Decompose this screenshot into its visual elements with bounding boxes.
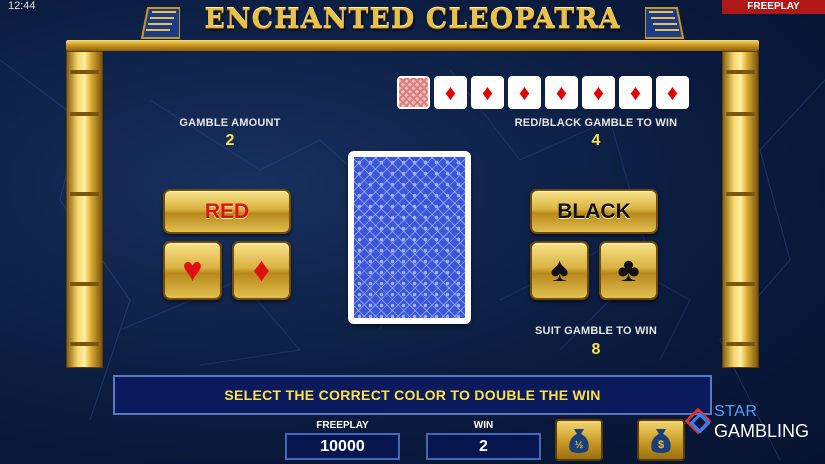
history-card: ♦	[619, 76, 652, 109]
red-black-win-label: RED/BLACK GAMBLE TO WIN	[514, 117, 678, 129]
gamble-amount-value: 2	[225, 132, 235, 149]
suit-win-value: 8	[591, 341, 601, 358]
money-bag-half-icon: ½	[569, 429, 589, 453]
clock: 12:44	[8, 0, 36, 12]
gamble-amount-label: GAMBLE AMOUNT	[179, 117, 281, 129]
golden-pillar-right	[722, 51, 759, 368]
watermark: STAR GAMBLING	[684, 401, 824, 445]
watermark-line2: GAMBLING	[714, 421, 810, 441]
club-button[interactable]: ♣	[599, 241, 658, 300]
frame-top-border	[66, 40, 759, 51]
money-bag-dollar-icon: $	[651, 429, 671, 453]
winged-ornament-left-icon	[140, 7, 180, 39]
star-gambling-logo-icon	[684, 407, 712, 435]
freeplay-balance: 10000	[285, 433, 400, 460]
heart-button[interactable]: ♥	[163, 241, 222, 300]
collect-button[interactable]: $	[637, 419, 685, 461]
suit-win-label: SUIT GAMBLE TO WIN	[535, 325, 657, 337]
spade-button[interactable]: ♠	[530, 241, 589, 300]
message-bar: SELECT THE CORRECT COLOR TO DOUBLE THE W…	[113, 375, 712, 415]
history-card: ♦	[508, 76, 541, 109]
svg-text:$: $	[658, 439, 664, 451]
red-black-win-value: 4	[591, 132, 601, 149]
freeplay-label: FREEPLAY	[316, 420, 369, 431]
win-amount: 2	[426, 433, 541, 460]
golden-pillar-left	[66, 51, 103, 368]
red-button[interactable]: RED	[163, 189, 291, 234]
game-title: ENCHANTED CLEOPATRA	[204, 4, 621, 35]
win-label: WIN	[473, 420, 494, 431]
svg-text:½: ½	[575, 440, 583, 451]
card-history: ♦ ♦ ♦ ♦ ♦ ♦ ♦	[397, 76, 689, 109]
diamond-button[interactable]: ♦	[232, 241, 291, 300]
instruction-text: SELECT THE CORRECT COLOR TO DOUBLE THE W…	[224, 387, 601, 403]
history-card: ♦	[656, 76, 689, 109]
face-down-card	[348, 151, 471, 324]
history-card: ♦	[471, 76, 504, 109]
freeplay-badge: FREEPLAY	[722, 0, 825, 14]
card-back-pattern	[354, 157, 465, 318]
history-card: ♦	[434, 76, 467, 109]
watermark-line1: STAR	[714, 403, 758, 420]
title-banner: ENCHANTED CLEOPATRA	[140, 0, 685, 40]
black-button[interactable]: BLACK	[530, 189, 658, 234]
history-card-current	[397, 76, 430, 109]
history-card: ♦	[545, 76, 578, 109]
history-card: ♦	[582, 76, 615, 109]
half-collect-button[interactable]: ½	[555, 419, 603, 461]
winged-ornament-right-icon	[645, 7, 685, 39]
